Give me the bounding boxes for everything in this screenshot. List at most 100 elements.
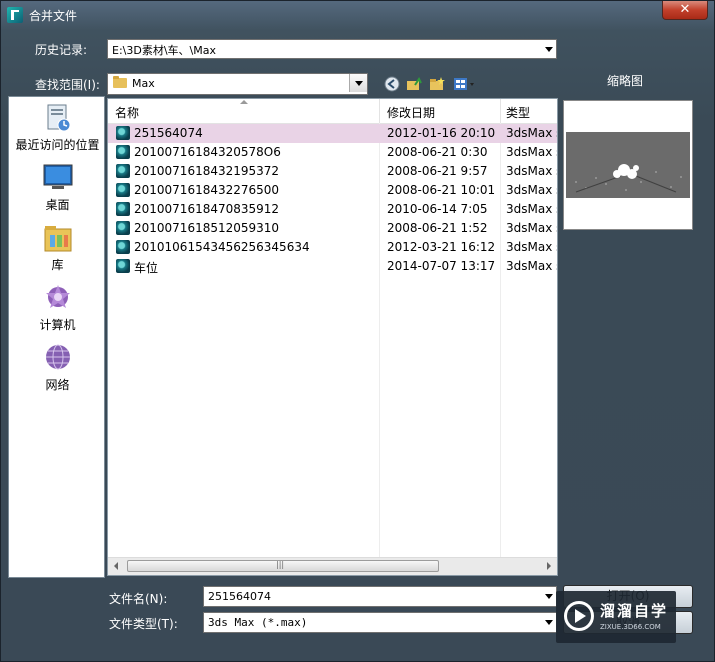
file-row[interactable]: 2010071618512059310 2008-06-21 1:52 3dsMax… <box>108 219 557 238</box>
max-file-icon <box>116 259 130 273</box>
filename-input[interactable]: 251564074 <box>203 586 557 607</box>
watermark-subtitle: ZIXUE.3D66.COM <box>600 623 661 631</box>
scene-thumbnail <box>566 132 690 198</box>
window-title: 合并文件 <box>29 9 78 23</box>
file-row[interactable]: 2010071618470835912 2010-06-14 7:05 3dsMax… <box>108 200 557 219</box>
file-type: 3dsMax scene <box>506 240 557 254</box>
file-date: 2014-07-07 13:17 <box>387 259 496 273</box>
play-icon <box>564 601 594 631</box>
file-row[interactable]: 251564074 2012-01-16 20:10 3dsMax scene <box>108 124 557 143</box>
place-label: 网络 <box>45 378 70 392</box>
merge-file-dialog: 合并文件 ✕ 历史记录: E:\3D素材\车、\Max 查找范围(I): Max… <box>0 0 715 662</box>
thumbnail-preview <box>563 100 693 230</box>
sort-ascending-icon <box>240 100 248 104</box>
lookin-dropdown-button[interactable] <box>349 74 367 92</box>
file-date: 2008-06-21 1:52 <box>387 221 488 235</box>
chevron-down-icon <box>545 594 553 599</box>
file-type: 3dsMax scene <box>506 164 557 178</box>
file-list-header: 名称 修改日期 类型 <box>108 99 557 124</box>
column-header-name[interactable]: 名称 <box>115 104 139 121</box>
file-type: 3dsMax scene <box>506 183 557 197</box>
network-icon <box>42 343 74 373</box>
file-name: 车位 <box>134 261 159 275</box>
chevron-down-icon <box>545 47 553 52</box>
file-name: 2010071618432195372 <box>134 164 280 178</box>
recent-places-icon <box>42 103 74 133</box>
scroll-right-icon[interactable] <box>547 562 551 570</box>
file-type: 3dsMax scene <box>506 145 557 159</box>
thumbnail-label: 缩略图 <box>607 74 644 88</box>
watermark-title: 溜溜自学 <box>600 602 669 620</box>
lookin-label: 查找范围(I): <box>35 78 100 92</box>
file-type: 3dsMax scene <box>506 221 557 235</box>
lookin-value: Max <box>132 77 155 90</box>
folder-icon <box>113 76 127 88</box>
file-name: 20101061543456256345634 <box>134 240 310 254</box>
filetype-dropdown[interactable]: 3ds Max (*.max) <box>203 612 557 633</box>
filetype-label: 文件类型(T): <box>109 617 178 631</box>
column-header-type[interactable]: 类型 <box>506 104 530 121</box>
place-recent[interactable]: 最近访问的位置 <box>9 103 106 153</box>
file-date: 2010-06-14 7:05 <box>387 202 488 216</box>
max-file-icon <box>116 164 130 178</box>
max-file-icon <box>116 145 130 159</box>
place-libraries[interactable]: 库 <box>9 223 106 273</box>
file-row[interactable]: 2010071618432195372 2008-06-21 9:57 3dsMax… <box>108 162 557 181</box>
file-name: 2010071618512059310 <box>134 221 280 235</box>
view-menu-icon[interactable] <box>453 76 477 92</box>
places-bar: 最近访问的位置 桌面 库 计算机 网络 <box>8 96 105 578</box>
scrollbar-thumb[interactable]: ||| <box>127 560 439 572</box>
place-network[interactable]: 网络 <box>9 343 106 393</box>
max-file-icon <box>116 126 130 140</box>
file-date: 2008-06-21 0:30 <box>387 145 488 159</box>
max-file-icon <box>116 240 130 254</box>
file-type: 3dsMax scene <box>506 202 557 216</box>
file-row[interactable]: 车位 2014-07-07 13:17 3dsMax scene <box>108 257 557 276</box>
watermark-logo: 溜溜自学 ZIXUE.3D66.COM <box>556 591 676 643</box>
close-button[interactable]: ✕ <box>662 1 708 20</box>
place-desktop[interactable]: 桌面 <box>9 163 106 213</box>
file-row[interactable]: 2010071618432276500 2008-06-21 10:01 3dsMa… <box>108 181 557 200</box>
place-computer[interactable]: 计算机 <box>9 283 106 333</box>
column-header-date[interactable]: 修改日期 <box>387 104 435 121</box>
scrollbar-grip: ||| <box>276 560 285 569</box>
filetype-value: 3ds Max (*.max) <box>208 616 308 629</box>
max-file-icon <box>116 183 130 197</box>
history-label: 历史记录: <box>35 43 88 57</box>
back-icon[interactable] <box>384 76 400 92</box>
file-type: 3dsMax scene <box>506 126 557 140</box>
column-divider[interactable] <box>500 99 501 123</box>
file-date: 2008-06-21 10:01 <box>387 183 496 197</box>
libraries-icon <box>42 223 74 253</box>
up-folder-icon[interactable] <box>406 76 422 92</box>
filename-value: 251564074 <box>208 590 271 603</box>
history-dropdown[interactable]: E:\3D素材\车、\Max <box>107 39 557 59</box>
column-divider[interactable] <box>379 99 380 123</box>
chevron-down-icon <box>545 620 553 625</box>
file-name: 20100716184320578O6 <box>134 145 281 159</box>
place-label: 库 <box>51 258 64 272</box>
max-file-icon <box>116 202 130 216</box>
desktop-icon <box>42 163 74 193</box>
filename-label: 文件名(N): <box>109 592 168 606</box>
computer-icon <box>42 283 74 313</box>
lookin-dropdown[interactable]: Max <box>107 73 368 95</box>
horizontal-scrollbar[interactable]: ||| <box>108 557 557 575</box>
3dsmax-app-icon <box>7 7 23 23</box>
file-name: 251564074 <box>134 126 203 140</box>
file-date: 2012-03-21 16:12 <box>387 240 496 254</box>
title-bar: 合并文件 ✕ <box>1 1 714 29</box>
file-list: 名称 修改日期 类型 251564074 2012-01-16 20:10 3dsM… <box>107 98 558 576</box>
place-label: 最近访问的位置 <box>15 138 100 152</box>
scroll-left-icon[interactable] <box>114 562 118 570</box>
file-row[interactable]: 20100716184320578O6 2008-06-21 0:30 3dsMax… <box>108 143 557 162</box>
file-date: 2008-06-21 9:57 <box>387 164 488 178</box>
place-label: 计算机 <box>39 318 76 332</box>
max-file-icon <box>116 221 130 235</box>
file-name: 2010071618470835912 <box>134 202 280 216</box>
file-row[interactable]: 20101061543456256345634 2012-03-21 16:12 3… <box>108 238 557 257</box>
chevron-down-icon <box>355 81 363 86</box>
file-name: 2010071618432276500 <box>134 183 280 197</box>
file-date: 2012-01-16 20:10 <box>387 126 496 140</box>
new-folder-icon[interactable] <box>429 76 445 92</box>
